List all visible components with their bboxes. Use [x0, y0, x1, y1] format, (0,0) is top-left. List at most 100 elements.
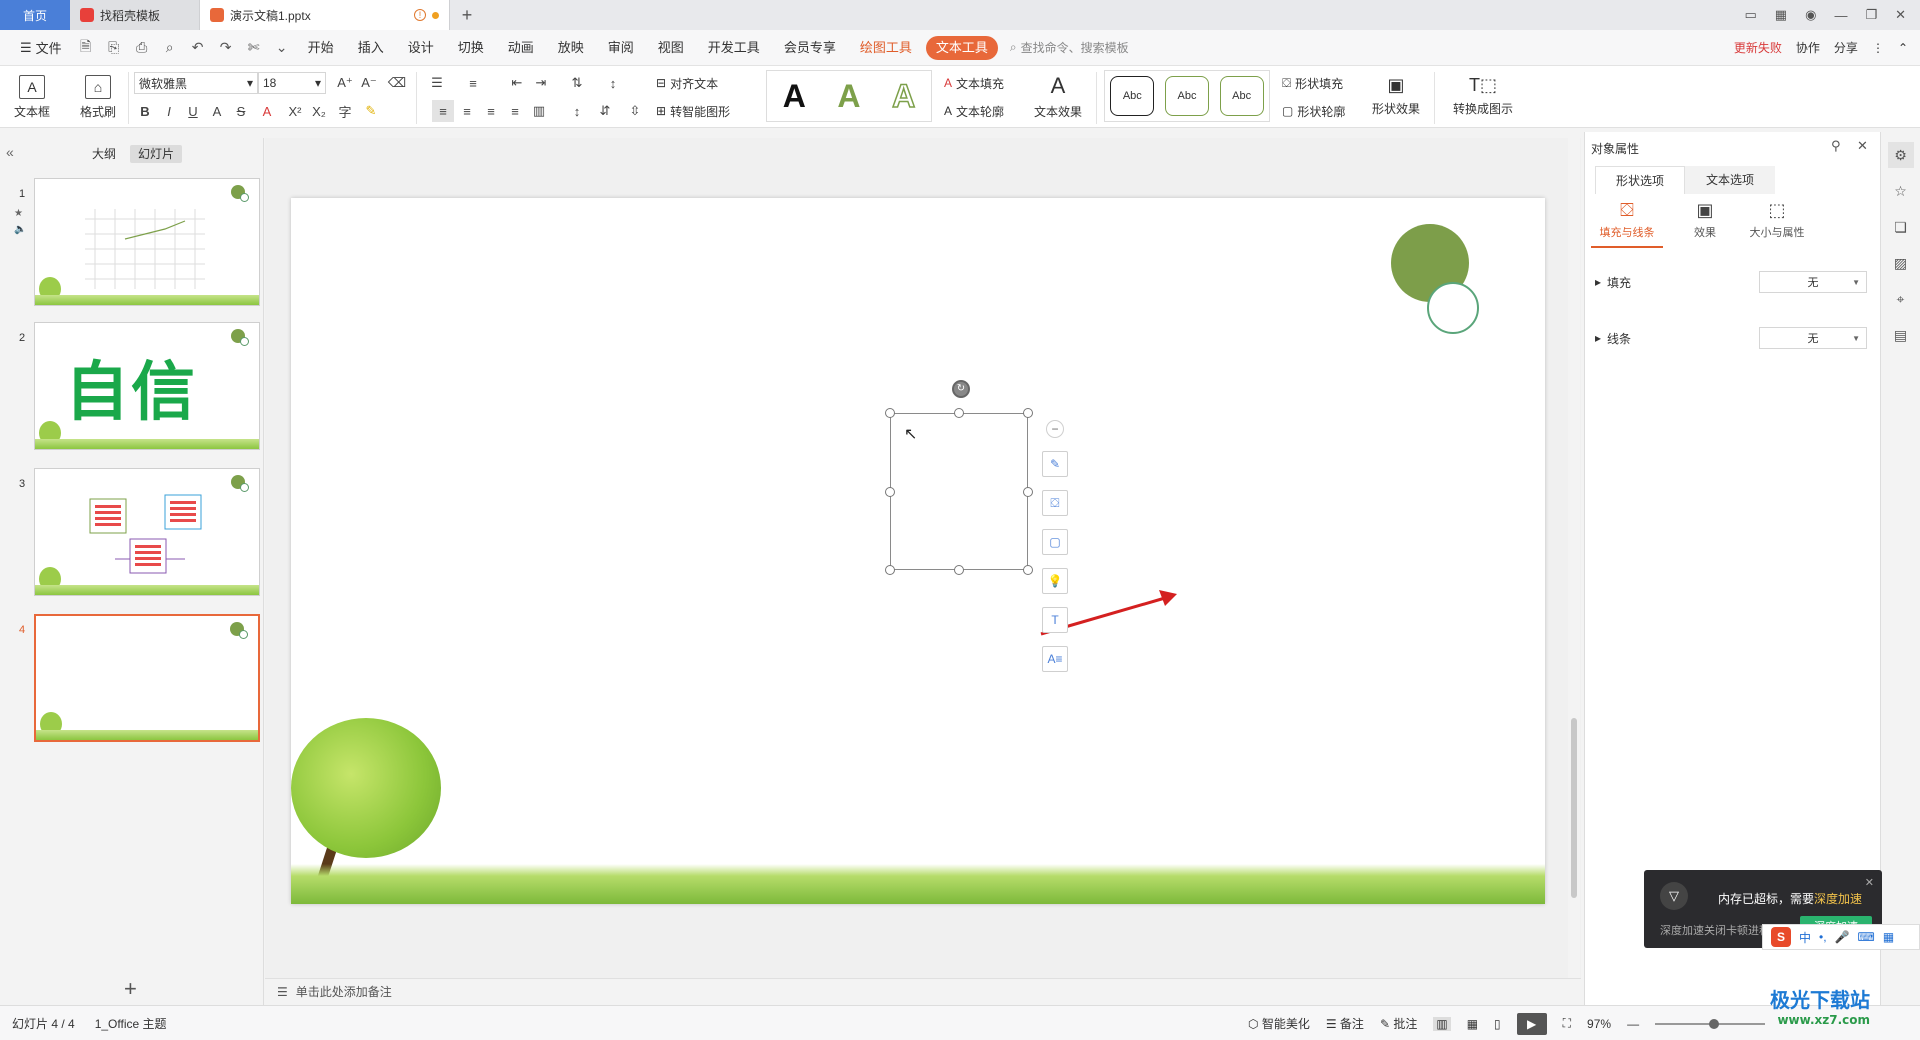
ime-lang[interactable]: 中 [1799, 929, 1811, 946]
notes-bar[interactable]: ☰ 单击此处添加备注 [265, 978, 1581, 1004]
close-panel-icon[interactable]: ✕ [1857, 138, 1868, 154]
subtab-fill-line[interactable]: ⛋ 填充与线条 [1591, 196, 1663, 248]
increase-indent-icon[interactable]: ⇥ [530, 72, 552, 94]
customize-icon[interactable]: ⌄ [270, 36, 294, 60]
grow-font-icon[interactable]: A⁺ [334, 72, 356, 94]
close-icon[interactable]: ✕ [1895, 7, 1906, 23]
text-fill-button[interactable]: A 文本填充 [944, 72, 1004, 94]
slides-icon[interactable]: ❏ [1888, 214, 1914, 240]
bullet-list-icon[interactable]: ☰ [426, 72, 448, 94]
zoom-value[interactable]: 97% [1587, 1017, 1611, 1031]
subtab-size-props[interactable]: ⬚ 大小与属性 [1741, 196, 1813, 240]
print-icon[interactable]: ⎙ [130, 36, 154, 60]
warning-icon[interactable]: ! [414, 9, 426, 21]
panel-title[interactable]: 对象属性 [1591, 140, 1639, 157]
resize-handle[interactable] [1023, 565, 1033, 575]
fill-bucket-icon[interactable]: ⛋ [1042, 490, 1068, 516]
collaborate-button[interactable]: 协作 [1796, 39, 1820, 56]
pin-icon[interactable]: ⚲ [1831, 138, 1841, 154]
font-color-icon[interactable]: A [256, 100, 278, 122]
zoom-out-icon[interactable]: — [1627, 1017, 1639, 1031]
align-text-button[interactable]: ⊟ 对齐文本 [656, 72, 718, 94]
menu-transition[interactable]: 切换 [448, 36, 494, 60]
book-icon[interactable]: ▤ [1888, 322, 1914, 348]
zoom-slider[interactable] [1655, 1018, 1766, 1029]
grid-icon[interactable]: ▦ [1883, 930, 1894, 944]
image-icon[interactable]: ▨ [1888, 250, 1914, 276]
tab-shape-options[interactable]: 形状选项 [1595, 166, 1685, 194]
text-shadow-icon[interactable]: A [206, 100, 228, 122]
align-left-icon[interactable]: ≡ [432, 100, 454, 122]
tab-outline[interactable]: 大纲 [84, 145, 124, 163]
properties-icon[interactable]: ⚙ [1887, 142, 1914, 168]
avatar[interactable]: ◉ [1805, 7, 1816, 23]
update-failed-button[interactable]: 更新失败 [1734, 39, 1782, 56]
fit-window-icon[interactable]: ⛶ [1563, 1016, 1571, 1031]
apps-icon[interactable]: ▦ [1775, 7, 1787, 23]
textbox-button[interactable]: A 文本框 [10, 72, 54, 122]
menu-developer[interactable]: 开发工具 [698, 36, 770, 60]
shape-style-1[interactable]: Abc [1110, 76, 1155, 116]
edit-pen-icon[interactable]: ✎ [1042, 451, 1068, 477]
layout-icon[interactable]: ▭ [1745, 7, 1757, 23]
menu-slideshow[interactable]: 放映 [548, 36, 594, 60]
collapse-toolbar-icon[interactable]: − [1046, 420, 1064, 438]
text-effect-button[interactable]: A 文本效果 [1028, 70, 1088, 122]
keyboard-icon[interactable]: ⌨ [1858, 930, 1875, 944]
pin-star-icon[interactable]: ☆ [1888, 178, 1914, 204]
sorter-view-icon[interactable]: ▦ [1467, 1017, 1478, 1031]
line-spacing-icon[interactable]: ↕ [566, 100, 588, 122]
menu-text-tools[interactable]: 文本工具 [925, 35, 998, 60]
reading-view-icon[interactable]: ▯ [1494, 1017, 1501, 1031]
restore-icon[interactable]: ❐ [1865, 7, 1877, 23]
smart-shape-button[interactable]: ⊞ 转智能图形 [656, 100, 730, 122]
undo-icon[interactable]: ↶ [186, 36, 210, 60]
italic-icon[interactable]: I [158, 100, 180, 122]
menu-member[interactable]: 会员专享 [774, 36, 846, 60]
slide-thumbnail-1[interactable] [34, 178, 260, 306]
close-icon[interactable]: ✕ [1865, 876, 1874, 889]
line-select[interactable]: 无 ▼ [1759, 327, 1867, 349]
wordart-style-2[interactable]: A [837, 78, 860, 115]
slide-thumbnail-4[interactable] [34, 614, 260, 742]
collapse-icon[interactable]: « [6, 144, 14, 160]
phonetic-icon[interactable]: 字 [334, 100, 356, 122]
strikethrough-icon[interactable]: S [230, 100, 252, 122]
command-search[interactable]: ⌕ 查找命令、搜索模板 [1010, 39, 1129, 56]
shape-fill-button[interactable]: ⛋ 形状填充 [1282, 72, 1343, 94]
decrease-indent-icon[interactable]: ⇤ [506, 72, 528, 94]
text-convert-icon[interactable]: T [1042, 607, 1068, 633]
tab-templates[interactable]: 找稻壳模板 [70, 0, 200, 30]
beautify-button[interactable]: ⬡ 智能美化 [1248, 1015, 1310, 1032]
text-outline-button[interactable]: A 文本轮廓 [944, 100, 1004, 122]
play-button[interactable]: ▶ [1516, 1012, 1547, 1035]
collapse-ribbon-icon[interactable]: ⌃ [1898, 41, 1908, 55]
share-button[interactable]: 分享 [1834, 39, 1858, 56]
sort-icon[interactable]: ↕ [602, 72, 624, 94]
superscript-icon[interactable]: X² [284, 100, 306, 122]
export-icon[interactable]: ⎘ [102, 36, 126, 60]
save-icon[interactable]: 🗎 [74, 36, 98, 60]
wordart-style-3[interactable]: A [891, 77, 916, 115]
resize-handle[interactable] [1023, 487, 1033, 497]
resize-handle[interactable] [885, 565, 895, 575]
menu-animation[interactable]: 动画 [498, 36, 544, 60]
normal-view-icon[interactable]: ▥ [1433, 1016, 1451, 1031]
bold-icon[interactable]: B [134, 100, 156, 122]
align-center-icon[interactable]: ≡ [456, 100, 478, 122]
column-icon[interactable]: ⇳ [624, 100, 646, 122]
numbered-list-icon[interactable]: ≡ [462, 72, 484, 94]
resize-handle[interactable] [885, 408, 895, 418]
resize-handle[interactable] [1023, 408, 1033, 418]
font-size-select[interactable]: 18 ▾ [258, 72, 326, 94]
wordart-style-1[interactable]: A [783, 78, 806, 115]
clear-format-icon[interactable]: ⌫ [386, 72, 408, 94]
scrollbar-thumb[interactable] [1571, 718, 1577, 898]
new-tab-button[interactable]: + [450, 0, 484, 30]
underline-icon[interactable]: U [182, 100, 204, 122]
tab-slides[interactable]: 幻灯片 [130, 145, 183, 163]
punctuation-icon[interactable]: •, [1819, 930, 1827, 944]
format-clear-icon[interactable]: ✄ [242, 36, 266, 60]
slide-thumbnail-3[interactable] [34, 468, 260, 596]
convert-diagram-button[interactable]: T⬚ 转换成图示 [1446, 70, 1520, 122]
